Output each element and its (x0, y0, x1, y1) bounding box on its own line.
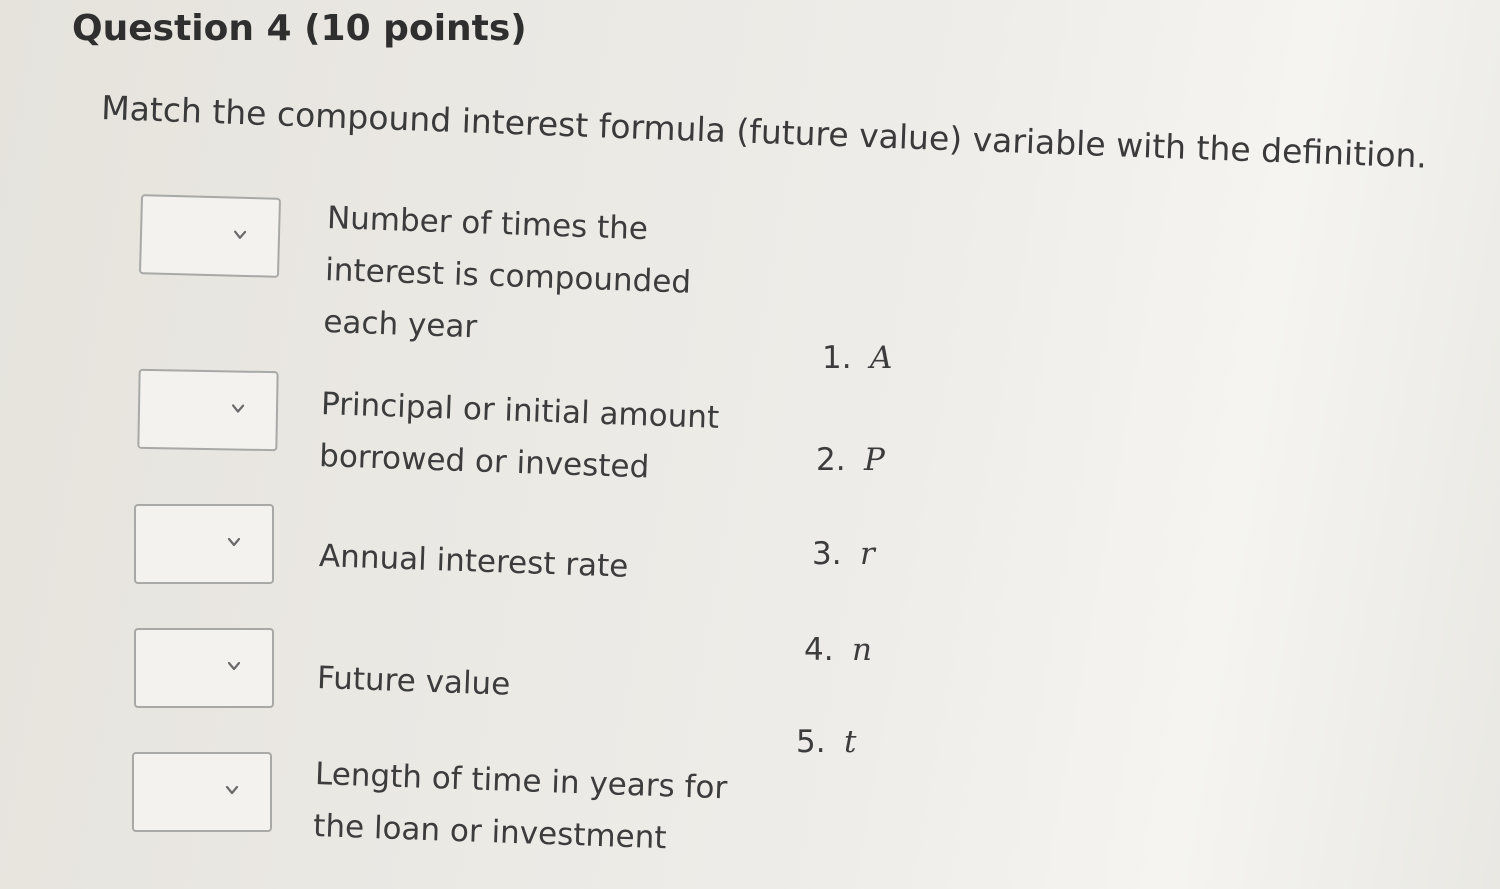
chevron-down-icon (227, 661, 241, 671)
option-number: 4. (804, 632, 834, 668)
option-4: 4. n (804, 632, 872, 668)
match-select-4[interactable] (134, 628, 274, 708)
option-variable: A (870, 340, 893, 376)
option-variable: t (844, 724, 857, 760)
chevron-down-icon (234, 230, 247, 239)
definition-line: Future value (316, 659, 511, 703)
chevron-down-icon (225, 785, 239, 795)
option-number: 3. (812, 536, 842, 572)
option-variable: n (852, 632, 872, 668)
match-select-2[interactable] (137, 368, 279, 452)
match-select-3[interactable] (134, 504, 274, 584)
option-variable: r (860, 536, 875, 572)
match-select-5[interactable] (132, 752, 272, 832)
question-instructions: Match the compound interest formula (fut… (100, 88, 1428, 176)
option-number: 5. (796, 724, 826, 760)
definition-2: Principal or initial amount borrowed or … (318, 378, 720, 496)
definition-1: Number of times the interest is compound… (323, 192, 694, 361)
option-3: 3. r (812, 536, 875, 572)
option-1: 1. A (822, 340, 892, 376)
option-number: 1. (822, 340, 852, 376)
chevron-down-icon (231, 404, 245, 413)
definition-5: Length of time in years for the loan or … (312, 748, 728, 866)
chevron-down-icon (227, 537, 241, 547)
option-number: 2. (816, 442, 846, 478)
definition-line: Annual interest rate (318, 537, 629, 585)
question-title: Question 4 (10 points) (72, 8, 527, 49)
definition-3: Annual interest rate (318, 530, 629, 593)
match-select-1[interactable] (138, 194, 282, 278)
option-variable: P (864, 442, 885, 478)
option-2: 2. P (816, 442, 885, 478)
definition-4: Future value (316, 652, 511, 711)
option-5: 5. t (796, 724, 856, 760)
